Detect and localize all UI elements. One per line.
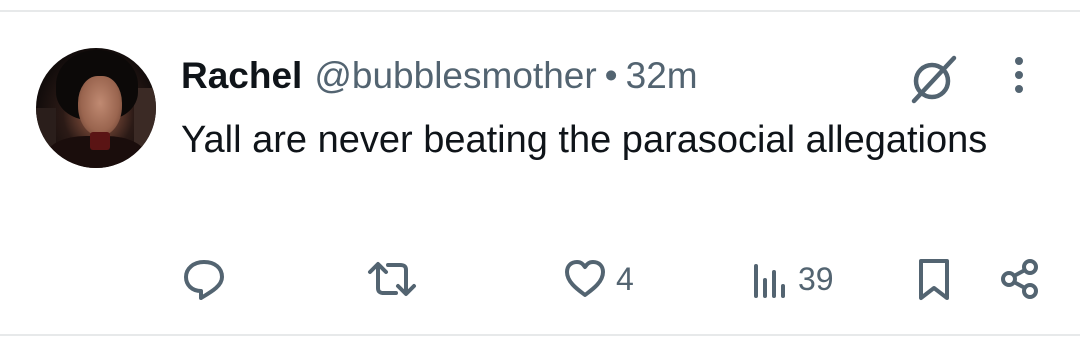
author-name[interactable]: Rachel [181, 55, 302, 97]
tweet-text: Yall are never beating the parasocial al… [181, 119, 988, 161]
grok-icon[interactable] [906, 52, 960, 106]
more-options-icon[interactable] [1006, 56, 1032, 96]
tweet-timestamp[interactable]: 32m [626, 55, 698, 97]
bookmark-icon [919, 259, 949, 300]
views-icon [754, 264, 785, 298]
bookmark-button[interactable] [914, 256, 954, 302]
like-count: 4 [616, 260, 634, 297]
retweet-icon [368, 262, 416, 296]
avatar[interactable] [36, 48, 156, 168]
share-button[interactable] [998, 256, 1042, 302]
bottom-divider [0, 334, 1080, 336]
like-button[interactable]: 4 [562, 256, 634, 302]
views-count: 39 [798, 260, 834, 297]
tweet-header: Rachel @bubblesmother • 32m [181, 50, 698, 102]
share-icon [1001, 259, 1038, 299]
header-separator: • [604, 55, 618, 96]
views-button[interactable]: 39 [750, 256, 834, 302]
retweet-button[interactable] [364, 256, 420, 302]
heart-icon [565, 260, 605, 297]
author-handle[interactable]: @bubblesmother [314, 55, 596, 97]
top-divider [0, 10, 1080, 12]
reply-icon [184, 260, 224, 300]
reply-button[interactable] [180, 256, 228, 302]
